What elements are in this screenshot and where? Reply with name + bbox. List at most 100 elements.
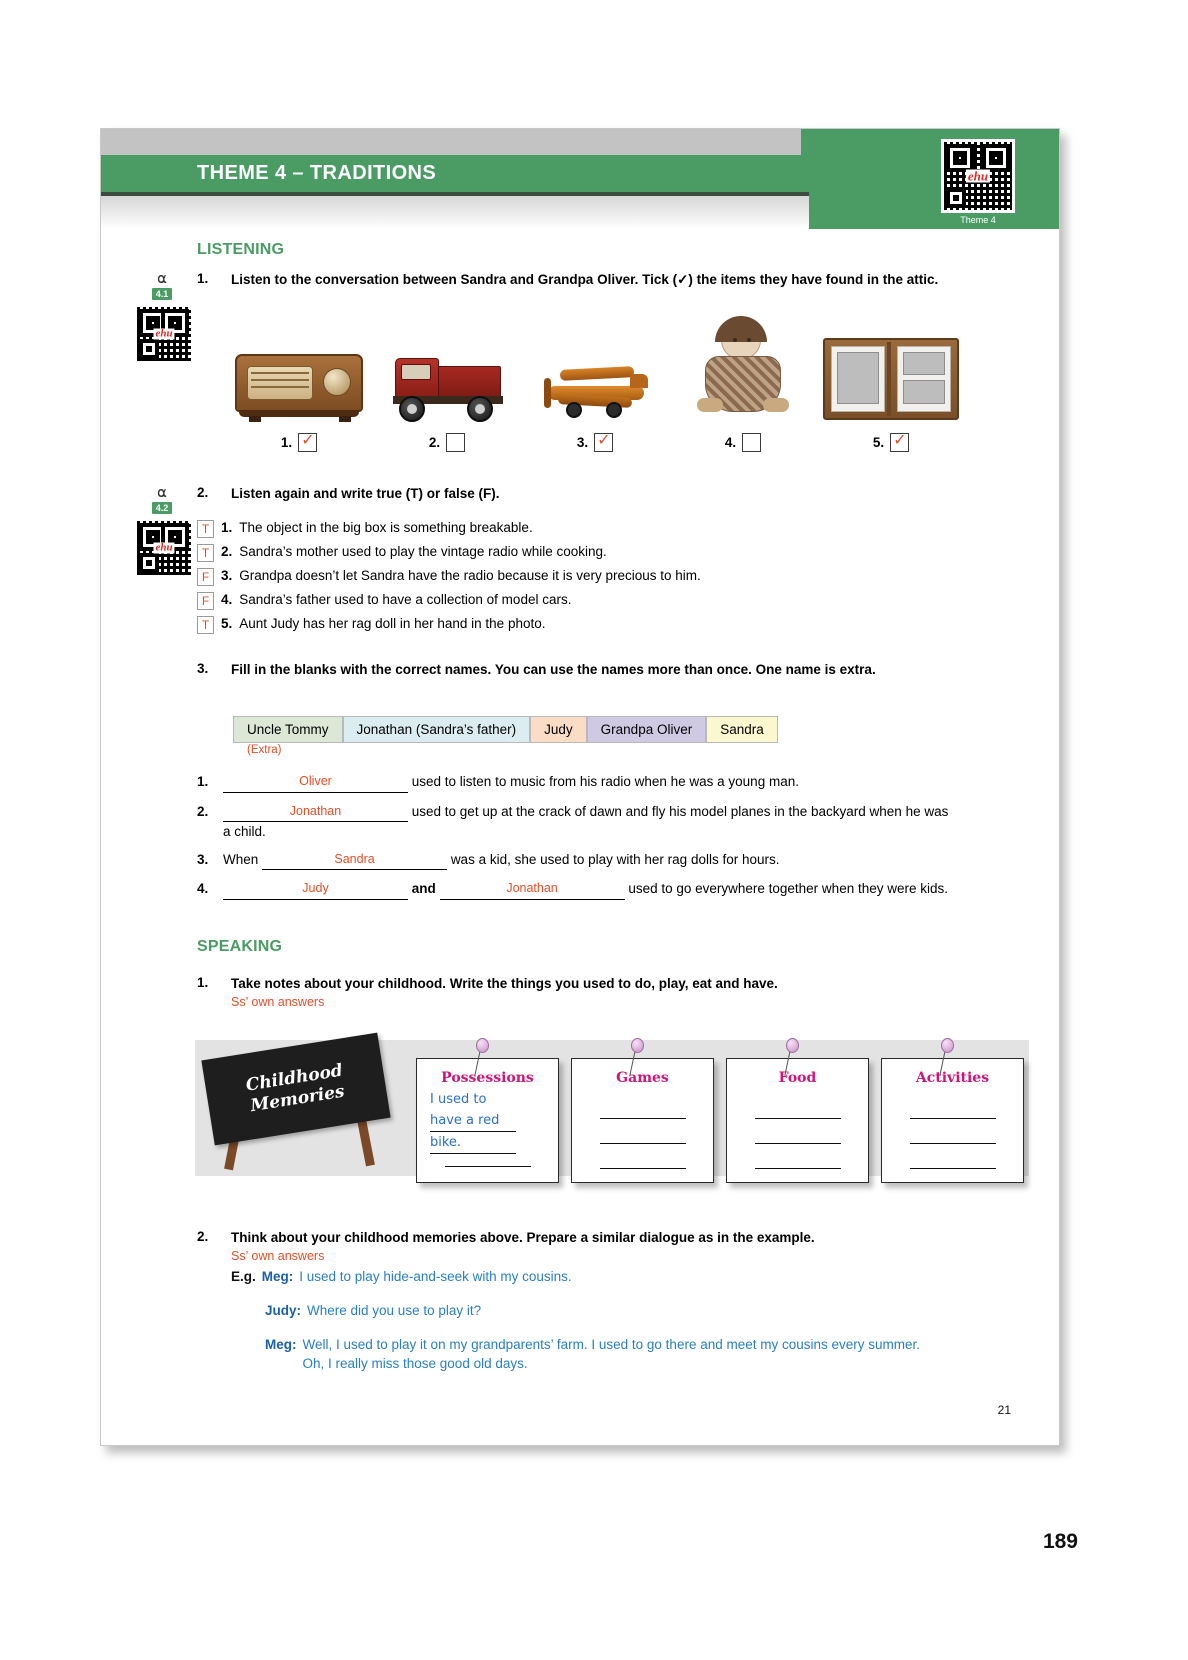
truck-image <box>373 319 521 424</box>
qr-finder-icon <box>139 339 159 359</box>
tf-text-4: Sandra’s father used to have a collectio… <box>239 592 572 607</box>
checkbox-item-2[interactable] <box>446 433 466 452</box>
tf-answer-3[interactable]: F <box>197 568 214 586</box>
tf-answer-4[interactable]: F <box>197 592 214 610</box>
card-blank-line[interactable] <box>444 1166 531 1167</box>
tf-text-2: Sandra’s mother used to play the vintage… <box>239 544 607 559</box>
page-header: THEME 4 – TRADITIONS ehu Theme 4 <box>101 129 1059 229</box>
blank-text-3: was a kid, she used to play with her rag… <box>450 851 780 867</box>
album-image <box>817 319 965 424</box>
blank-text-4: used to go everywhere together when they… <box>628 881 948 897</box>
exercise-1-instruction: Listen to the conversation between Sandr… <box>231 272 939 287</box>
checkbox-item-4[interactable] <box>742 433 762 452</box>
exercise-2-number: 2. <box>197 485 209 500</box>
pin-icon <box>786 1038 799 1053</box>
item-4-tick[interactable]: 4. <box>669 433 817 452</box>
blank-number-1: 1. <box>197 774 209 789</box>
card-games[interactable]: Games <box>571 1058 714 1183</box>
checkbox-item-3[interactable] <box>594 430 614 452</box>
card-hand-line-1: I used to <box>430 1092 487 1107</box>
exercise-2-instruction: Listen again and write true (T) or false… <box>231 486 500 501</box>
card-blank-line[interactable] <box>909 1143 996 1144</box>
exercise-1-items: 1. ✓ 2. 3. ✓ 4. 5. ✓ <box>197 316 987 452</box>
radio-image <box>225 319 373 424</box>
blank-text-1: used to listen to music from his radio w… <box>411 774 799 789</box>
blank-answer-4a[interactable]: Judy <box>223 880 408 900</box>
blank-number-3: 3. <box>197 851 209 867</box>
card-blank-line[interactable] <box>754 1143 841 1144</box>
track-number-2: 4.2 <box>151 502 173 514</box>
audio-badge-4-2: ⍺ 4.2 <box>147 484 177 516</box>
childhood-memories-board: Childhood Memories Possessions I used to… <box>171 1022 1051 1194</box>
exercise-3-instruction: Fill in the blanks with the correct name… <box>231 662 876 677</box>
card-blank-line[interactable] <box>599 1168 686 1169</box>
item-5-tick[interactable]: 5. <box>817 430 965 452</box>
tf-answer-5[interactable]: T <box>197 616 214 634</box>
speaking-2-answer-note: Ss’ own answers <box>231 1249 325 1263</box>
item-model-plane: 3. <box>521 319 669 452</box>
card-title-possessions: Possessions <box>441 1070 534 1086</box>
checkbox-item-1[interactable] <box>298 430 318 452</box>
speaking-1-number: 1. <box>197 975 209 990</box>
card-title-activities: Activities <box>915 1070 990 1086</box>
exercise-1-number: 1. <box>197 271 209 286</box>
qr-code-listening-1[interactable]: ehu <box>137 307 191 361</box>
tf-text-1: The object in the big box is something b… <box>239 520 533 535</box>
headphone-icon: ⍺ <box>157 484 167 501</box>
blank-answer-2[interactable]: Jonathan <box>223 803 408 822</box>
doll-image <box>669 316 817 424</box>
card-blank-line[interactable] <box>599 1143 686 1144</box>
blank-answer-4b[interactable]: Jonathan <box>439 880 625 900</box>
exercise-2: 2. Listen again and write true (T) or fa… <box>197 485 937 503</box>
card-blank-line[interactable] <box>909 1168 996 1169</box>
headphone-icon: ⍺ <box>157 270 167 287</box>
eg-label: E.g. <box>231 1269 256 1284</box>
section-listening-title: LISTENING <box>197 241 285 258</box>
item-photo-album: 5. <box>817 319 965 452</box>
tf-answer-2[interactable]: T <box>197 544 214 562</box>
speaking-2-number: 2. <box>197 1229 209 1244</box>
dialogue-text-3: Well, I used to play it on my grandparen… <box>302 1337 921 1372</box>
plane-image <box>521 319 669 424</box>
speaking-2-instruction: Think about your childhood memories abov… <box>231 1230 815 1245</box>
header-qr-code[interactable]: ehu <box>941 139 1015 213</box>
dialogue-example: E.g. Meg: I used to play hide-and-seek w… <box>231 1267 991 1374</box>
card-food[interactable]: Food <box>726 1058 869 1183</box>
card-blank-line[interactable] <box>599 1118 686 1119</box>
card-hand-line-2: have a red <box>430 1110 516 1132</box>
outer-page-number: 189 <box>1042 1530 1078 1553</box>
speaking-exercise-1: 1. Take notes about your childhood. Writ… <box>197 975 957 993</box>
track-number-1: 4.1 <box>151 288 173 300</box>
item-3-label: 3. <box>576 435 589 450</box>
item-3-tick[interactable]: 3. <box>521 430 669 452</box>
audio-badge-4-1: ⍺ 4.1 <box>147 270 177 302</box>
item-2-label: 2. <box>428 435 441 450</box>
name-chip-uncle-tommy[interactable]: Uncle Tommy <box>233 716 343 743</box>
blank-answer-3[interactable]: Sandra <box>262 851 448 871</box>
card-activities[interactable]: Activities <box>881 1058 1024 1183</box>
card-blank-line[interactable] <box>754 1168 841 1169</box>
qr-code-listening-2[interactable]: ehu <box>137 521 191 575</box>
exercise-3: 3. Fill in the blanks with the correct n… <box>197 661 942 679</box>
blank-answer-1[interactable]: Oliver <box>223 773 408 793</box>
card-hand-line-3: bike. <box>430 1132 516 1154</box>
checkbox-item-5[interactable] <box>890 430 910 452</box>
extra-name-note: (Extra) <box>247 744 282 756</box>
card-blank-line[interactable] <box>909 1118 996 1119</box>
card-blank-line[interactable] <box>754 1118 841 1119</box>
name-chip-grandpa-oliver[interactable]: Grandpa Oliver <box>586 716 707 743</box>
qr-brand-label: ehu <box>965 168 991 184</box>
item-1-tick[interactable]: 1. <box>225 430 373 452</box>
tf-answer-1[interactable]: T <box>197 520 214 538</box>
card-possessions[interactable]: Possessions I used to have a red bike. <box>416 1058 559 1183</box>
name-chip-jonathan[interactable]: Jonathan (Sandra’s father) <box>342 716 531 743</box>
exercise-2-statements: T 1. The object in the big box is someth… <box>197 520 957 640</box>
tf-statement-row: T 5. Aunt Judy has her rag doll in her h… <box>197 616 957 634</box>
name-chip-judy[interactable]: Judy <box>530 716 587 743</box>
name-chip-sandra[interactable]: Sandra <box>706 716 778 743</box>
dialogue-line-3: Meg: Well, I used to play it on my grand… <box>265 1335 991 1373</box>
dialogue-speaker-3: Meg: <box>265 1337 297 1353</box>
item-2-tick[interactable]: 2. <box>373 433 521 452</box>
blank-row-2: 2. Jonathan used to get up at the crack … <box>197 803 957 842</box>
exercise-1: 1. Listen to the conversation between Sa… <box>197 271 947 289</box>
